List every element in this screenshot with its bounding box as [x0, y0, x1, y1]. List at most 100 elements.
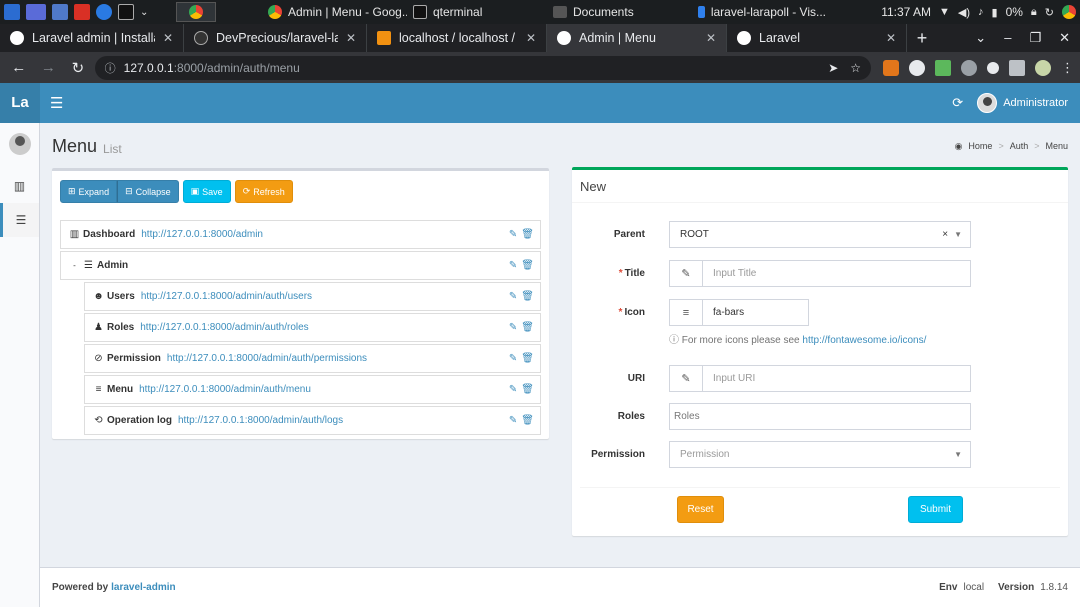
- close-icon[interactable]: ✕: [163, 31, 173, 45]
- edit-icon[interactable]: ✎: [509, 353, 517, 364]
- collapse-toggle-icon[interactable]: -: [69, 261, 80, 270]
- user-menu[interactable]: Administrator: [977, 93, 1068, 113]
- shield-icon[interactable]: [909, 59, 926, 76]
- more-vert-icon[interactable]: ⋮: [1061, 60, 1074, 76]
- clock[interactable]: 11:37 AM: [881, 5, 931, 19]
- app-logo[interactable]: La: [0, 83, 40, 123]
- minimize-icon[interactable]: –: [1004, 24, 1011, 52]
- edit-icon[interactable]: ✎: [509, 322, 517, 333]
- uri-input[interactable]: ✎ Input URI: [669, 365, 971, 392]
- trash-icon[interactable]: 🗑︎: [521, 291, 534, 302]
- tree-item-url[interactable]: http://127.0.0.1:8000/admin/auth/menu: [139, 384, 311, 395]
- parent-select[interactable]: ROOT × ▼: [669, 221, 971, 248]
- tab-phpmyadmin[interactable]: localhost / localhost / pc ✕: [367, 24, 547, 52]
- sidebar-item-dashboard[interactable]: ▥: [0, 169, 39, 203]
- close-icon[interactable]: ✕: [346, 31, 356, 45]
- expand-button[interactable]: ⊞ Expand: [60, 180, 118, 203]
- refresh-button[interactable]: ⟳ Refresh: [234, 180, 293, 203]
- desktop-icon[interactable]: [26, 4, 46, 20]
- puzzle-icon[interactable]: [1009, 59, 1026, 76]
- address-bar[interactable]: ⓘ 127.0.0.1:8000/admin/auth/menu ➤ ☆: [94, 55, 872, 80]
- trash-icon[interactable]: 🗑︎: [521, 415, 534, 426]
- tab-search-icon[interactable]: ⌄: [975, 24, 986, 52]
- taskbar-task-terminal[interactable]: qterminal: [407, 0, 547, 24]
- react-icon[interactable]: [961, 59, 978, 76]
- submit-button[interactable]: Submit: [908, 496, 963, 523]
- close-window-icon[interactable]: ✕: [1059, 24, 1070, 52]
- lock-icon[interactable]: 🔒︎: [1031, 6, 1037, 19]
- tree-item-url[interactable]: http://127.0.0.1:8000/admin/auth/users: [141, 291, 312, 302]
- edit-icon[interactable]: ✎: [509, 384, 517, 395]
- edit-icon[interactable]: ✎: [509, 291, 517, 302]
- battery-icon[interactable]: ▮: [992, 6, 998, 19]
- refresh-session-icon[interactable]: ↻: [1045, 6, 1054, 19]
- icon-input[interactable]: ≡ fa-bars: [669, 299, 809, 326]
- roles-multiselect[interactable]: Roles: [669, 403, 971, 430]
- terminal-launcher-icon[interactable]: [118, 4, 134, 20]
- chevron-down-icon[interactable]: ⌄: [140, 7, 148, 18]
- browser-launcher-icon[interactable]: [96, 4, 112, 20]
- sidebar-toggle-icon[interactable]: ☰: [50, 94, 63, 112]
- notification-icon[interactable]: ♪: [978, 6, 984, 18]
- taskbar-task-documents[interactable]: Documents: [547, 0, 692, 24]
- taskbar-chrome-window[interactable]: [176, 2, 216, 22]
- pdf-reader-icon[interactable]: [74, 4, 90, 20]
- trash-icon[interactable]: 🗑︎: [521, 384, 534, 395]
- maximize-icon[interactable]: ❐: [1029, 24, 1041, 52]
- taskbar-task-chrome[interactable]: Admin | Menu - Goog...: [262, 0, 407, 24]
- close-icon[interactable]: ✕: [526, 31, 536, 45]
- taskbar-task-vscode[interactable]: laravel-larapoll - Vis...: [692, 0, 832, 24]
- tree-item-menu[interactable]: ≡ Menu http://127.0.0.1:8000/admin/auth/…: [84, 375, 541, 404]
- bars-icon[interactable]: ≡: [670, 300, 703, 325]
- fontawesome-link[interactable]: http://fontawesome.io/icons/: [802, 335, 926, 346]
- tab-laravel[interactable]: Laravel ✕: [727, 24, 907, 52]
- tree-item-url[interactable]: http://127.0.0.1:8000/admin/auth/logs: [178, 415, 343, 426]
- edit-icon[interactable]: ✎: [509, 229, 517, 240]
- laravel-admin-link[interactable]: laravel-admin: [111, 582, 175, 593]
- tree-item-url[interactable]: http://127.0.0.1:8000/admin/auth/permiss…: [167, 353, 367, 364]
- dark-mode-icon[interactable]: [987, 61, 1000, 74]
- tree-item-roles[interactable]: ♟ Roles http://127.0.0.1:8000/admin/auth…: [84, 313, 541, 342]
- trash-icon[interactable]: 🗑︎: [521, 229, 534, 240]
- trash-icon[interactable]: 🗑︎: [521, 322, 534, 333]
- clear-icon[interactable]: ×: [942, 229, 948, 240]
- tree-item-users[interactable]: ☻ Users http://127.0.0.1:8000/admin/auth…: [84, 282, 541, 311]
- collapse-button[interactable]: ⊟ Collapse: [117, 180, 179, 203]
- send-icon[interactable]: ➤: [828, 61, 838, 75]
- volume-icon[interactable]: ◀): [958, 6, 970, 19]
- tree-item-admin[interactable]: - ☰ Admin ✎ 🗑︎: [60, 251, 541, 280]
- app-menu-icon[interactable]: [4, 4, 20, 20]
- tab-github[interactable]: DevPrecious/laravel-lar ✕: [184, 24, 367, 52]
- sidebar-item-admin[interactable]: ☰: [0, 203, 39, 237]
- tree-item-operation-log[interactable]: ⟲ Operation log http://127.0.0.1:8000/ad…: [84, 406, 541, 435]
- tree-item-url[interactable]: http://127.0.0.1:8000/admin/auth/roles: [140, 322, 308, 333]
- refresh-icon[interactable]: ⟳: [952, 95, 963, 111]
- wifi-icon[interactable]: ▼: [939, 6, 950, 18]
- file-manager-icon[interactable]: [52, 4, 68, 20]
- breadcrumb-auth[interactable]: Auth: [1010, 141, 1029, 151]
- tree-item-dashboard[interactable]: ▥ Dashboard http://127.0.0.1:8000/admin …: [60, 220, 541, 249]
- save-button[interactable]: ▣ Save: [182, 180, 231, 203]
- metamask-icon[interactable]: [883, 59, 900, 76]
- download-icon[interactable]: [935, 59, 952, 76]
- close-icon[interactable]: ✕: [706, 31, 716, 45]
- title-input[interactable]: ✎ Input Title: [669, 260, 971, 287]
- tree-item-url[interactable]: http://127.0.0.1:8000/admin: [141, 229, 263, 240]
- profile-icon[interactable]: [1035, 59, 1052, 76]
- chrome-tray-icon[interactable]: [1062, 5, 1076, 19]
- permission-select[interactable]: Permission ▼: [669, 441, 971, 468]
- tree-item-permission[interactable]: ⊘ Permission http://127.0.0.1:8000/admin…: [84, 344, 541, 373]
- breadcrumb-home[interactable]: Home: [968, 141, 992, 151]
- bookmark-star-icon[interactable]: ☆: [850, 61, 861, 75]
- trash-icon[interactable]: 🗑︎: [521, 353, 534, 364]
- tab-laravel-admin-install[interactable]: Laravel admin | Installati ✕: [0, 24, 184, 52]
- reload-icon[interactable]: ↻: [65, 59, 91, 77]
- reset-button[interactable]: Reset: [677, 496, 724, 523]
- edit-icon[interactable]: ✎: [509, 260, 517, 271]
- forward-icon[interactable]: →: [36, 59, 62, 76]
- close-icon[interactable]: ✕: [886, 31, 896, 45]
- tab-admin-menu[interactable]: Admin | Menu ✕: [547, 24, 727, 52]
- edit-icon[interactable]: ✎: [509, 415, 517, 426]
- back-icon[interactable]: ←: [6, 59, 32, 76]
- new-tab-button[interactable]: +: [907, 24, 937, 52]
